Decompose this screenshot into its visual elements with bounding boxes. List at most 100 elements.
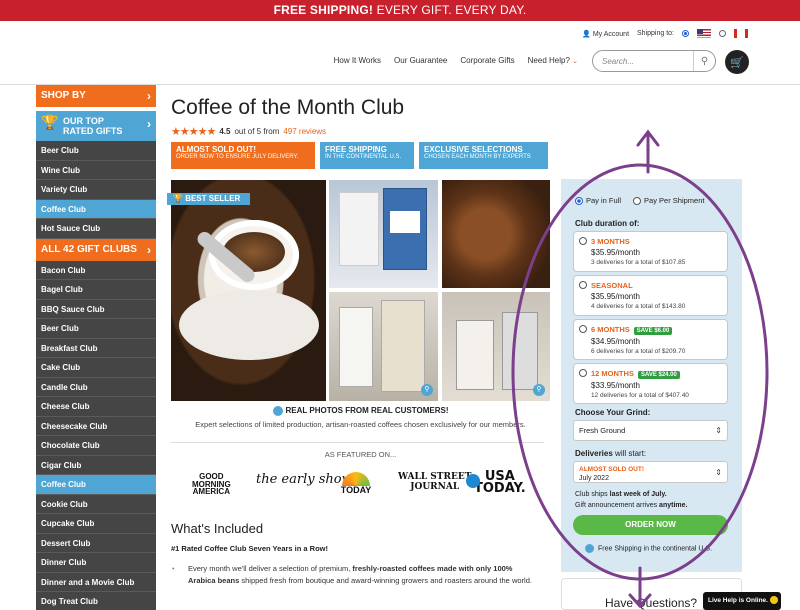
almost-sold-out-badge: ALMOST SOLD OUT! ORDER NOW TO ENSURE JULY… <box>171 142 315 169</box>
press-logos: GOOD MORNING AMERICA the early show TODAY … <box>186 466 532 500</box>
deliveries-label: Deliveries will start: <box>575 449 647 458</box>
reviews-link[interactable]: 497 reviews <box>283 127 326 136</box>
promo-badges: ALMOST SOLD OUT! ORDER NOW TO ENSURE JULY… <box>171 142 548 169</box>
real-photos-heading: REAL PHOTOS FROM REAL CUSTOMERS! <box>171 406 550 416</box>
sidebar-item-cheesecake-club[interactable]: Cheesecake Club <box>36 417 156 436</box>
save-badge: SAVE $24.00 <box>637 371 680 379</box>
us-flag-icon <box>697 29 711 38</box>
sidebar-item-dinner-club[interactable]: Dinner Club <box>36 553 156 573</box>
zoom-icon[interactable]: ⚲ <box>421 384 433 396</box>
payment-options: Pay in Full Pay Per Shipment <box>575 196 704 206</box>
sidebar-item-dinner-movie-club[interactable]: Dinner and a Movie Club <box>36 573 156 592</box>
sidebar-item-beer-club[interactable]: Beer Club <box>36 141 156 161</box>
sidebar-item-coffee-club-all[interactable]: Coffee Club <box>36 475 156 495</box>
all-gift-clubs-header[interactable]: ALL 42 GIFT CLUBS <box>36 238 156 261</box>
delivery-start-select[interactable]: ALMOST SOLD OUT! July 2022 ⇕ <box>573 461 728 483</box>
canada-flag-icon <box>734 29 748 38</box>
sidebar-item-chocolate-club[interactable]: Chocolate Club <box>36 436 156 456</box>
usa-today-logo: USA TODAY. <box>466 470 526 495</box>
duration-option-12-months[interactable]: 12 MONTHS SAVE $24.00 $33.95/month 12 del… <box>573 363 728 404</box>
sidebar-item-wine-club[interactable]: Wine Club <box>36 161 156 180</box>
camera-icon <box>272 406 283 416</box>
sidebar-item-dessert-club[interactable]: Dessert Club <box>36 534 156 553</box>
whats-included-subtitle: #1 Rated Coffee Club Seven Years in a Ro… <box>171 544 328 553</box>
top-rated-header[interactable]: 🏆 OUR TOP RATED GIFTS <box>36 111 156 141</box>
whats-included-title: What's Included <box>171 521 264 536</box>
nav-corporate-gifts[interactable]: Corporate Gifts <box>460 56 514 65</box>
included-bullet: Every month we'll deliver a selection of… <box>172 563 533 587</box>
my-account-link[interactable]: 👤 My Account <box>582 30 629 38</box>
real-photos-caption: Expert selections of limited production,… <box>195 420 526 429</box>
duration-option-3-months[interactable]: 3 MONTHS $35.95/month 3 deliveries for a… <box>573 231 728 272</box>
chevron-down-icon: ⌄ <box>572 58 578 65</box>
grind-select[interactable]: Fresh Ground ⇕ <box>573 420 728 441</box>
free-shipping-badge: FREE SHIPPING IN THE CONTINENTAL U.S. <box>320 142 414 169</box>
gallery-thumb-beans[interactable] <box>442 180 550 288</box>
cart-icon[interactable]: 🛒 <box>725 50 749 74</box>
truck-icon <box>585 544 594 553</box>
sidebar-item-coffee-club[interactable]: Coffee Club <box>36 199 156 219</box>
sidebar-item-bagel-club[interactable]: Bagel Club <box>36 280 156 300</box>
divider <box>171 442 544 443</box>
sidebar-item-cookie-club[interactable]: Cookie Club <box>36 495 156 514</box>
sidebar-item-bbq-sauce-club[interactable]: BBQ Sauce Club <box>36 300 156 319</box>
pay-in-full-radio[interactable]: Pay in Full <box>575 196 621 206</box>
select-arrows-icon: ⇕ <box>715 468 722 477</box>
free-shipping-banner: FREE SHIPPING! EVERY GIFT. EVERY DAY. <box>0 0 800 21</box>
sidebar-item-cupcake-club[interactable]: Cupcake Club <box>36 514 156 534</box>
nav-how-it-works[interactable]: How It Works <box>334 56 381 65</box>
page-title: Coffee of the Month Club <box>171 96 405 119</box>
search-input[interactable]: Search... ⚲ <box>592 50 716 72</box>
product-gallery: ⚲ ⚲ 🏆 BEST SELLER <box>167 180 550 401</box>
exclusive-selections-badge: EXCLUSIVE SELECTIONS CHOSEN EACH MONTH BY… <box>419 142 548 169</box>
sidebar-item-hot-sauce-club[interactable]: Hot Sauce Club <box>36 219 156 239</box>
sidebar-item-cheese-club[interactable]: Cheese Club <box>36 397 156 417</box>
main-coffee-photo[interactable] <box>171 180 326 401</box>
rating-stars-icon: ★★★★★ <box>171 126 216 138</box>
chat-smile-icon <box>769 596 778 605</box>
sidebar-item-breakfast-club[interactable]: Breakfast Club <box>36 339 156 358</box>
best-seller-badge: 🏆 BEST SELLER <box>167 193 251 205</box>
zoom-icon[interactable]: ⚲ <box>533 384 545 396</box>
sidebar: SHOP BY 🏆 OUR TOPRATED GIFTS Beer Club W… <box>36 85 156 610</box>
sidebar-item-variety-club[interactable]: Variety Club <box>36 180 156 200</box>
today-logo: TODAY <box>338 472 374 498</box>
shop-by-header[interactable]: SHOP BY <box>36 85 156 107</box>
duration-option-seasonal[interactable]: SEASONAL $35.95/month 4 deliveries for a… <box>573 275 728 316</box>
sidebar-item-beer-club-all[interactable]: Beer Club <box>36 319 156 339</box>
nav-our-guarantee[interactable]: Our Guarantee <box>394 56 447 65</box>
gallery-thumb-bags[interactable] <box>329 180 438 288</box>
as-featured-label: AS FEATURED ON... <box>324 450 397 459</box>
ship-canada-radio[interactable] <box>719 30 726 37</box>
order-now-button[interactable]: ORDER NOW <box>573 515 728 535</box>
wsj-logo: WALL STREET JOURNAL <box>398 472 472 492</box>
shipping-to-label: Shipping to: <box>637 30 674 37</box>
ship-us-radio[interactable] <box>682 30 689 37</box>
trophy-icon: 🏆 <box>41 114 59 130</box>
save-badge: SAVE $6.00 <box>633 327 673 335</box>
nav-need-help[interactable]: Need Help? ⌄ <box>528 56 578 65</box>
gallery-thumb-customer-1[interactable]: ⚲ <box>329 292 438 401</box>
pay-per-shipment-radio[interactable]: Pay Per Shipment <box>633 196 704 206</box>
club-duration-label: Club duration of: <box>575 219 640 228</box>
grind-label: Choose Your Grind: <box>575 408 651 417</box>
search-icon[interactable]: ⚲ <box>693 51 715 71</box>
annotation-arrow-up <box>636 129 660 174</box>
select-arrows-icon: ⇕ <box>715 426 722 435</box>
duration-option-6-months[interactable]: 6 MONTHS SAVE $6.00 $34.95/month 6 delive… <box>573 319 728 360</box>
free-shipping-note: Free Shipping in the continental U.S. <box>585 544 712 553</box>
order-panel: Pay in Full Pay Per Shipment Club durati… <box>561 179 742 572</box>
sidebar-item-cigar-club[interactable]: Cigar Club <box>36 456 156 475</box>
sidebar-item-cake-club[interactable]: Cake Club <box>36 358 156 378</box>
gallery-thumb-customer-2[interactable]: ⚲ <box>442 292 550 401</box>
product-rating: ★★★★★ 4.5 out of 5 from 497 reviews <box>171 126 327 138</box>
have-questions-heading: Have Questions? <box>605 596 698 610</box>
gma-logo: GOOD MORNING AMERICA <box>192 472 231 496</box>
sidebar-item-dog-treat-club[interactable]: Dog Treat Club <box>36 592 156 610</box>
main-nav: How It Works Our Guarantee Corporate Gif… <box>334 56 578 65</box>
utility-bar: 👤 My Account Shipping to: <box>582 29 748 38</box>
sidebar-item-bacon-club[interactable]: Bacon Club <box>36 261 156 280</box>
shipping-info: Club ships last week of July. Gift annou… <box>575 491 688 509</box>
sidebar-item-candle-club[interactable]: Candle Club <box>36 378 156 397</box>
live-help-button[interactable]: Live Help is Online. <box>703 592 781 610</box>
